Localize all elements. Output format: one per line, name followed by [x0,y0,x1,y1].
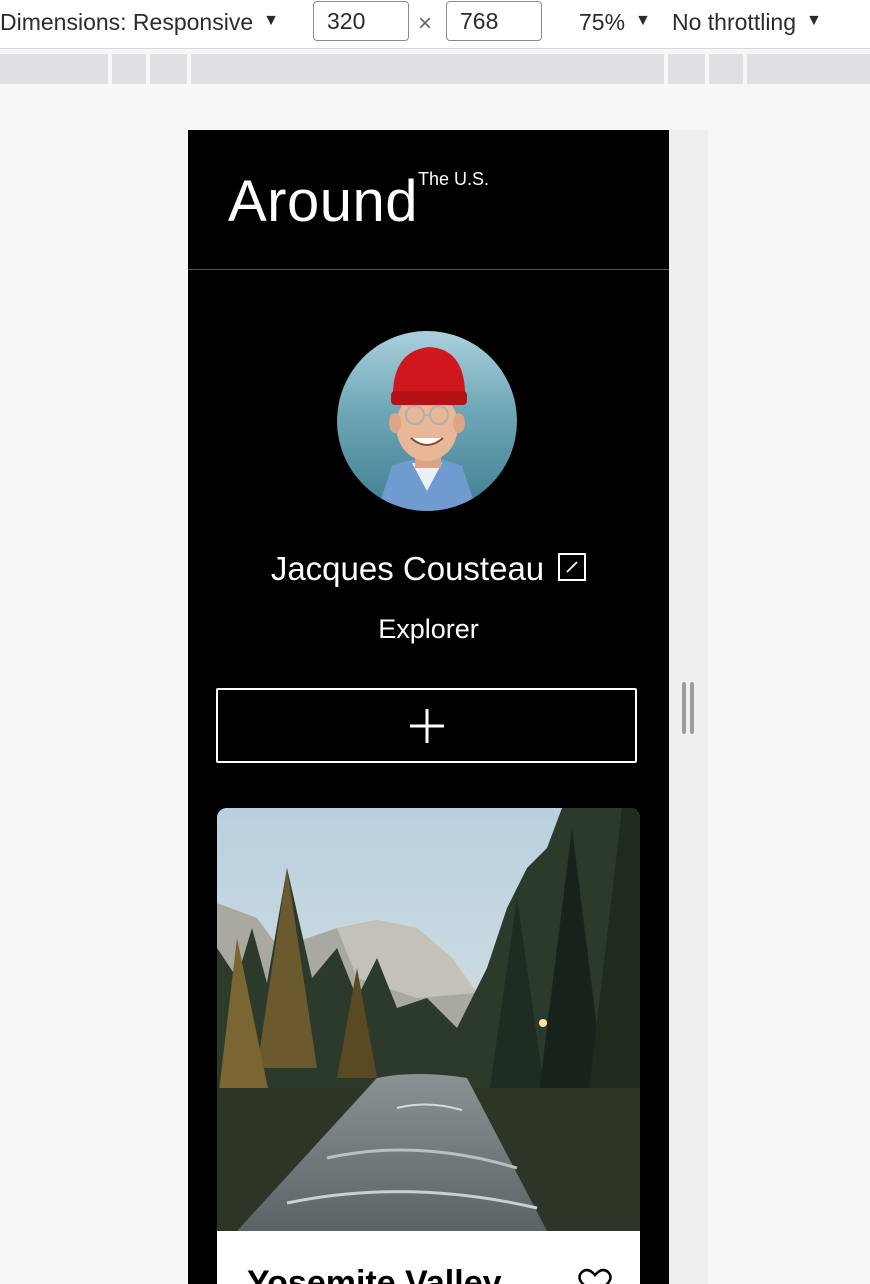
dimensions-dropdown[interactable]: Dimensions: Responsive ▼ [0,9,279,36]
chevron-down-icon: ▼ [263,11,279,29]
devtools-toolbar: Dimensions: Responsive ▼ 320 × 768 75% ▼… [0,0,870,49]
pencil-icon [566,561,578,573]
edit-profile-button[interactable] [558,553,587,581]
logo-superscript: The U.S. [418,169,490,189]
avatar-photo [337,331,517,511]
card-title: Yosemite Valley [247,1264,502,1284]
heart-icon [578,1268,612,1284]
media-query-ruler[interactable] [0,54,870,84]
throttling-label: No throttling [672,9,797,35]
dimensions-label: Dimensions: Responsive [0,9,254,35]
width-input[interactable]: 320 [313,1,409,41]
throttling-dropdown[interactable]: No throttling ▼ [672,9,822,36]
avatar[interactable] [337,331,517,511]
times-icon: × [418,10,433,37]
profile-name: Jacques Cousteau [270,550,545,587]
resize-handle[interactable] [682,682,694,734]
zoom-label: 75% [579,9,626,35]
place-card: Yosemite Valley [217,808,640,1284]
profile-name-row: Jacques Cousteau [188,550,669,588]
site-header: Around The U.S. [188,130,669,270]
logo: Around [228,169,419,234]
device-viewport: Around The U.S. Jacques Cousteau Explore… [188,130,669,1284]
like-button[interactable] [578,1268,612,1284]
height-input[interactable]: 768 [446,1,542,41]
card-image[interactable] [217,808,640,1231]
plus-icon [409,708,444,743]
chevron-down-icon: ▼ [635,11,651,29]
add-card-button[interactable] [216,688,637,763]
profile-job: Explorer [378,614,479,644]
chevron-down-icon: ▼ [806,11,822,29]
zoom-dropdown[interactable]: 75% ▼ [579,9,651,36]
